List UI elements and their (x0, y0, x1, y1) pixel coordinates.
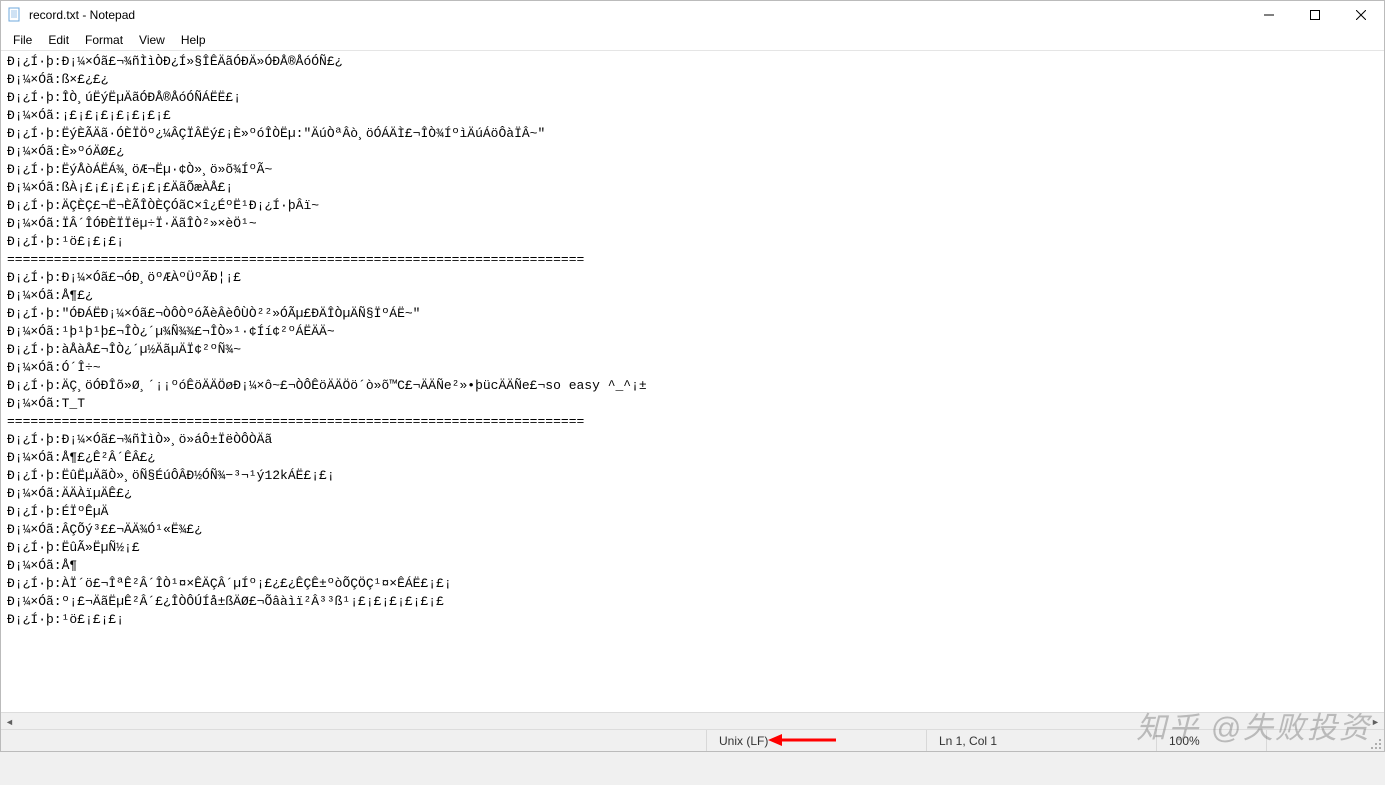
notepad-icon (7, 7, 23, 23)
menu-file[interactable]: File (5, 31, 40, 49)
status-zoom-text: 100% (1169, 734, 1200, 748)
window-controls (1246, 1, 1384, 29)
menu-help[interactable]: Help (173, 31, 214, 49)
title-bar[interactable]: record.txt - Notepad (1, 1, 1384, 29)
status-encoding (1266, 730, 1366, 751)
notepad-window: record.txt - Notepad File Edit Format Vi… (0, 0, 1385, 752)
status-position-text: Ln 1, Col 1 (939, 734, 997, 748)
status-caret-position: Ln 1, Col 1 (926, 730, 1156, 751)
close-button[interactable] (1338, 1, 1384, 29)
menu-format[interactable]: Format (77, 31, 131, 49)
menu-view[interactable]: View (131, 31, 173, 49)
scroll-left-icon[interactable]: ◄ (1, 713, 18, 730)
status-zoom: 100% (1156, 730, 1266, 751)
status-line-ending-text: Unix (LF) (719, 734, 768, 748)
horizontal-scrollbar[interactable]: ◄ ► (1, 712, 1384, 729)
text-editor[interactable]: Ð¡¿Í·þ:Ð¡¼×Óã£¬¾ñÌìÒÐ¿Í»§ÎÊÄãÓÐÄ»ÓÐÅ®ÅóÓ… (1, 51, 1384, 712)
status-bar: Unix (LF) Ln 1, Col 1 100% (1, 729, 1384, 751)
window-title: record.txt - Notepad (29, 8, 1246, 22)
scroll-right-icon[interactable]: ► (1367, 713, 1384, 730)
editor-area: Ð¡¿Í·þ:Ð¡¼×Óã£¬¾ñÌìÒÐ¿Í»§ÎÊÄãÓÐÄ»ÓÐÅ®ÅóÓ… (1, 51, 1384, 712)
status-line-ending: Unix (LF) (706, 730, 926, 751)
minimize-button[interactable] (1246, 1, 1292, 29)
maximize-button[interactable] (1292, 1, 1338, 29)
menu-edit[interactable]: Edit (40, 31, 77, 49)
resize-grip-icon[interactable] (1366, 730, 1384, 752)
menu-bar: File Edit Format View Help (1, 29, 1384, 51)
